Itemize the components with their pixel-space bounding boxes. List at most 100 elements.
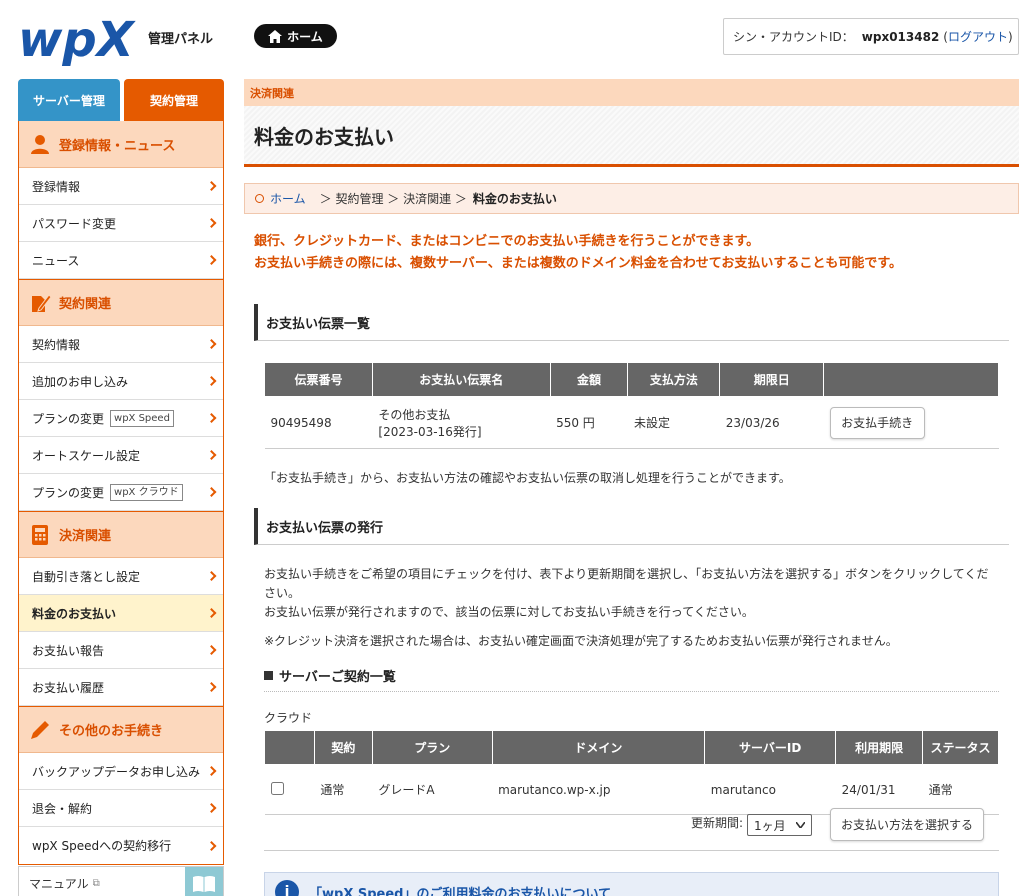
sidebar-item-payment-history[interactable]: お支払い履歴 xyxy=(19,669,223,706)
sidebar-item-plan-change-speed[interactable]: プランの変更 wpX Speed xyxy=(19,400,223,437)
section-title: 契約関連 xyxy=(59,297,112,312)
sidebar-item-cancellation[interactable]: 退会・解約 xyxy=(19,790,223,827)
sidebar-item-label: パスワード変更 xyxy=(32,216,117,231)
chevron-right-icon xyxy=(206,181,217,191)
select-payment-method-button[interactable]: お支払い方法を選択する xyxy=(830,808,984,841)
sidebar-item-label: ニュース xyxy=(32,253,80,268)
sidebar-item-label: プランの変更 xyxy=(32,411,105,426)
invoice-amount: 550 円 xyxy=(550,396,628,449)
sidebar-item-label: wpX Speedへの契約移行 xyxy=(32,839,172,853)
server-id: marutanco xyxy=(704,764,836,815)
breadcrumb-current: 料金のお支払い xyxy=(472,192,557,206)
server-contract-heading-text: サーバーご契約一覧 xyxy=(279,670,396,685)
account-box: シン・アカウントID： wpx013482 (ログアウト) xyxy=(723,18,1019,55)
lead-line: 銀行、クレジットカード、またはコンビニでのお支払い手続きを行うことができます。 xyxy=(254,234,760,249)
chevron-right-icon xyxy=(206,255,217,265)
info-box: i 「wpX Speed」のご利用料金のお支払いについて xyxy=(264,872,999,896)
sidebar-item-backup-application[interactable]: バックアップデータお申し込み xyxy=(19,753,223,790)
sidebar-item-password-change[interactable]: パスワード変更 xyxy=(19,205,223,242)
account-label: シン・アカウントID： xyxy=(733,30,854,44)
payment-procedure-button[interactable]: お支払手続き xyxy=(829,406,925,439)
info-icon: i xyxy=(275,880,299,896)
sidebar-item-label: 自動引き落とし設定 xyxy=(32,569,141,584)
sidebar-item-payment-report[interactable]: お支払い報告 xyxy=(19,632,223,669)
plan-tag: wpX Speed xyxy=(110,409,174,427)
home-icon xyxy=(268,29,283,43)
invoice-action-cell: お支払手続き xyxy=(823,396,999,449)
column-header: 利用期限 xyxy=(835,730,924,765)
chevron-right-icon xyxy=(206,487,217,497)
speed-payment-info-link[interactable]: 「wpX Speed」のご利用料金のお支払いについて xyxy=(309,883,611,896)
server-plan: グレードA xyxy=(372,764,493,815)
renewal-period-select[interactable]: 1ヶ月 xyxy=(747,814,812,836)
sidebar-item-label: オートスケール設定 xyxy=(32,448,141,463)
sidebar-section-registration: 登録情報・ニュース xyxy=(19,121,223,168)
invoice-due: 23/03/26 xyxy=(719,396,824,449)
invoice-name: その他お支払 [2023-03-16発行] xyxy=(372,396,551,449)
invoice-issue-date: [2023-03-16発行] xyxy=(378,424,482,439)
chevron-right-icon xyxy=(206,803,217,813)
manual-link[interactable]: マニュアル ⧉ xyxy=(18,866,224,896)
breadcrumb: ホーム ＞ 契約管理 ＞ 決済関連 ＞ 料金のお支払い xyxy=(244,183,1019,214)
sidebar-item-plan-change-cloud[interactable]: プランの変更 wpX クラウド xyxy=(19,474,223,511)
book-icon xyxy=(185,867,223,896)
sidebar-item-autoscale[interactable]: オートスケール設定 xyxy=(19,437,223,474)
column-header: ステータス xyxy=(922,730,999,765)
plan-tag: wpX クラウド xyxy=(110,483,183,501)
circle-icon xyxy=(255,194,264,203)
sidebar-item-additional-application[interactable]: 追加のお申し込み xyxy=(19,363,223,400)
home-label: ホーム xyxy=(287,29,323,44)
person-icon xyxy=(31,135,49,154)
chevron-right-icon xyxy=(206,218,217,228)
chevron-right-icon xyxy=(206,645,217,655)
sidebar-item-registration-info[interactable]: 登録情報 xyxy=(19,168,223,205)
document-pen-icon xyxy=(32,293,51,312)
sidebar-item-fee-payment[interactable]: 料金のお支払い xyxy=(19,595,223,632)
tab-contract-management[interactable]: 契約管理 xyxy=(124,79,224,121)
sidebar-item-contract-info[interactable]: 契約情報 xyxy=(19,326,223,363)
sidebar-item-label: 追加のお申し込み xyxy=(32,374,129,389)
main-content: 決済関連 料金のお支払い xyxy=(244,79,1019,167)
sidebar-item-auto-debit[interactable]: 自動引き落とし設定 xyxy=(19,558,223,595)
tab-server-management[interactable]: サーバー管理 xyxy=(18,79,120,121)
server-table: 契約 プラン ドメイン サーバーID 利用期限 ステータス 通常 グレードA m… xyxy=(264,730,999,815)
column-header xyxy=(264,730,315,765)
chevron-right-icon xyxy=(206,840,217,851)
chevron-right-icon xyxy=(206,682,217,692)
server-expiry: 24/01/31 xyxy=(835,764,923,815)
column-header xyxy=(823,362,999,397)
issue-note-line: お支払い伝票が発行されますので、該当の伝票に対してお支払い手続きを行ってください… xyxy=(264,605,754,619)
logout-link[interactable]: ログアウト xyxy=(948,28,1008,45)
chevron-right-icon xyxy=(206,571,217,581)
divider xyxy=(264,850,999,851)
breadcrumb-home-link[interactable]: ホーム xyxy=(270,190,306,207)
calculator-icon xyxy=(32,524,48,545)
column-header: お支払い伝票名 xyxy=(371,362,551,397)
issue-note-line: さい。 xyxy=(264,586,301,600)
account-id: wpx013482 xyxy=(861,29,940,44)
column-header: 支払方法 xyxy=(627,362,721,397)
lead-line: お支払い手続きの際には、複数サーバー、または複数のドメイン料金を合わせてお支払い… xyxy=(254,256,903,271)
wpx-logo[interactable]: wpX xyxy=(18,10,138,68)
section-title: 決済関連 xyxy=(59,529,112,544)
sidebar-item-news[interactable]: ニュース xyxy=(19,242,223,279)
select-cell xyxy=(264,764,315,815)
pencil-icon xyxy=(31,720,49,739)
chevron-down-icon xyxy=(795,822,805,828)
server-select-checkbox[interactable] xyxy=(270,781,284,795)
sidebar-item-label: お支払い履歴 xyxy=(32,680,105,695)
sidebar-item-speed-migration[interactable]: wpX Speedへの契約移行 xyxy=(19,827,223,864)
server-contract-heading: サーバーご契約一覧 xyxy=(264,666,999,692)
breadcrumb-path: ＞ 契約管理 ＞ 決済関連 ＞ xyxy=(319,192,467,206)
chevron-right-icon xyxy=(206,413,217,423)
sidebar-item-label: 料金のお支払い xyxy=(32,606,117,621)
sidebar-item-label: 退会・解約 xyxy=(32,801,93,816)
chevron-right-icon xyxy=(206,450,217,460)
lead-text: 銀行、クレジットカード、またはコンビニでのお支払い手続きを行うことができます。 … xyxy=(254,231,902,275)
column-header: サーバーID xyxy=(704,730,837,765)
column-header: 期限日 xyxy=(719,362,825,397)
home-button[interactable]: ホーム xyxy=(254,24,337,48)
sidebar-item-label: バックアップデータお申し込み xyxy=(32,764,201,779)
chevron-right-icon xyxy=(206,608,217,618)
section-title: その他のお手続き xyxy=(59,724,164,739)
